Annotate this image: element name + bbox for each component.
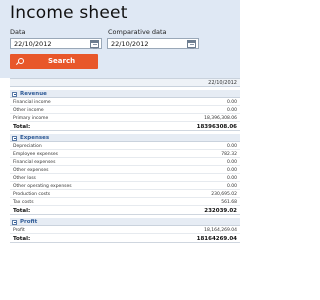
comparative-date-value: 22/10/2012 [111, 40, 149, 48]
row-label: Other expenses [13, 167, 49, 173]
section-title: Profit [20, 219, 38, 225]
row-label: Profit [13, 227, 25, 233]
row-label: Tax costs [13, 199, 34, 205]
table-row: Financial income 0.00 [10, 98, 240, 106]
table-row: Other operating expenses 0.00 [10, 182, 240, 190]
row-value: 0.00 [226, 183, 237, 189]
table-row: Financial expenses 0.00 [10, 158, 240, 166]
row-label: Financial expenses [13, 159, 56, 165]
section-title: Revenue [20, 91, 47, 97]
total-row: Total: 18164269.04 [10, 234, 240, 243]
table-column-header: 22/10/2012 [10, 78, 240, 87]
table-row: Other loss 0.00 [10, 174, 240, 182]
table-row: Employee expenses 782.32 [10, 150, 240, 158]
income-report-table: 22/10/2012 Revenue Financial income 0.00… [10, 78, 240, 243]
date-label: Data [10, 28, 26, 36]
section-header-expenses[interactable]: Expenses [10, 134, 240, 142]
search-button[interactable]: Search [10, 54, 98, 69]
table-row: Depreciation 0.00 [10, 142, 240, 150]
total-label: Total: [13, 235, 31, 242]
row-label: Financial income [13, 99, 51, 105]
table-row: Production costs 230,695.02 [10, 190, 240, 198]
total-label: Total: [13, 207, 31, 214]
row-value: 0.00 [226, 167, 237, 173]
filter-panel: Income sheet Data Comparative data 22/10… [0, 0, 240, 78]
row-value: 18,164,269.04 [204, 227, 237, 233]
section-title: Expenses [20, 135, 50, 141]
income-sheet-app: Income sheet Data Comparative data 22/10… [0, 0, 253, 300]
section-header-revenue[interactable]: Revenue [10, 90, 240, 98]
row-value: 561.68 [221, 199, 237, 205]
table-row: Other expenses 0.00 [10, 166, 240, 174]
section-header-profit[interactable]: Profit [10, 218, 240, 226]
table-row: Primary income 18,396,308.06 [10, 114, 240, 122]
row-value: 0.00 [226, 175, 237, 181]
row-label: Employee expenses [13, 151, 59, 157]
calendar-icon[interactable] [90, 40, 99, 49]
total-value: 18396308.06 [196, 123, 237, 130]
total-value: 18164269.04 [196, 235, 237, 242]
row-label: Depreciation [13, 143, 42, 149]
table-row: Other income 0.00 [10, 106, 240, 114]
row-value: 18,396,308.06 [204, 115, 237, 121]
row-value: 0.00 [226, 107, 237, 113]
row-value: 782.32 [221, 151, 237, 157]
calendar-icon[interactable] [187, 40, 196, 49]
total-row: Total: 232039.02 [10, 206, 240, 215]
collapse-toggle-icon[interactable] [12, 219, 17, 225]
row-label: Production costs [13, 191, 51, 197]
collapse-toggle-icon[interactable] [12, 91, 17, 97]
total-value: 232039.02 [204, 207, 237, 214]
row-value: 0.00 [226, 159, 237, 165]
column-date: 22/10/2012 [208, 80, 237, 86]
table-row: Tax costs 561.68 [10, 198, 240, 206]
row-value: 230,695.02 [211, 191, 237, 197]
search-button-label: Search [48, 57, 76, 65]
date-field[interactable]: 22/10/2012 [10, 38, 102, 49]
search-icon [18, 58, 24, 64]
section-revenue: Revenue Financial income 0.00 Other inco… [10, 90, 240, 131]
section-profit: Profit Profit 18,164,269.04 Total: 18164… [10, 218, 240, 243]
total-label: Total: [13, 123, 31, 130]
row-value: 0.00 [226, 99, 237, 105]
comparative-date-label: Comparative data [108, 28, 167, 36]
row-label: Other income [13, 107, 44, 113]
date-field-value: 22/10/2012 [14, 40, 52, 48]
table-row: Profit 18,164,269.04 [10, 226, 240, 234]
row-label: Primary income [13, 115, 49, 121]
row-value: 0.00 [226, 143, 237, 149]
total-row: Total: 18396308.06 [10, 122, 240, 131]
row-label: Other loss [13, 175, 36, 181]
section-expenses: Expenses Depreciation 0.00 Employee expe… [10, 134, 240, 215]
collapse-toggle-icon[interactable] [12, 135, 17, 141]
row-label: Other operating expenses [13, 183, 72, 189]
comparative-date-field[interactable]: 22/10/2012 [107, 38, 199, 49]
page-title: Income sheet [10, 3, 128, 23]
